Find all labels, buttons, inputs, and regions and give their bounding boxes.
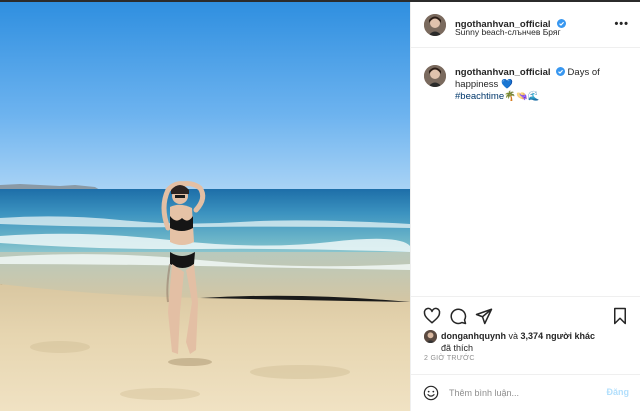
post-comment-button[interactable]: Đăng [607,387,630,397]
likes-joiner: và [508,331,519,341]
post-caption: ngothanhvan_official Days of happiness 💙 … [411,48,640,296]
post-header: ngothanhvan_official Sunny beach-слънчев… [411,2,640,48]
liker-avatar[interactable] [424,330,437,343]
more-horizontal-icon[interactable]: ••• [614,18,629,30]
likes-line2: đã thích [441,343,474,353]
share-icon[interactable] [475,307,493,325]
post-detail-panel: ngothanhvan_official Sunny beach-слънчев… [410,2,640,411]
caption-avatar[interactable] [424,65,446,87]
author-avatar[interactable] [424,14,446,36]
bookmark-icon[interactable] [611,307,629,325]
post-timestamp[interactable]: 2 GIỜ TRƯỚC [424,355,475,362]
likes-suffix[interactable]: người khác [546,331,595,341]
blue-heart-emoji: 💙 [500,79,513,90]
comment-icon[interactable] [449,307,467,325]
caption-text: ngothanhvan_official Days of happiness 💙 … [455,67,625,103]
likes-count[interactable]: 3,374 [521,331,544,341]
caption-username[interactable]: ngothanhvan_official [455,67,551,78]
heart-icon[interactable] [423,307,441,325]
comment-input[interactable] [449,386,589,400]
caption-emojis: 🌴👒🌊 [504,91,540,102]
hashtag-link[interactable]: #beachtime [455,91,504,102]
beach-photo-image [0,2,410,411]
verified-badge-icon [555,67,565,76]
likes-text: donganhquynh và 3,374 người khác đã thíc… [441,330,631,354]
liker-username[interactable]: donganhquynh [441,331,506,341]
post-photo[interactable] [0,2,410,411]
emoji-icon[interactable] [423,385,439,401]
comment-bar: Đăng [411,374,640,411]
post-location[interactable]: Sunny beach-слънчев Бряг [455,27,561,37]
